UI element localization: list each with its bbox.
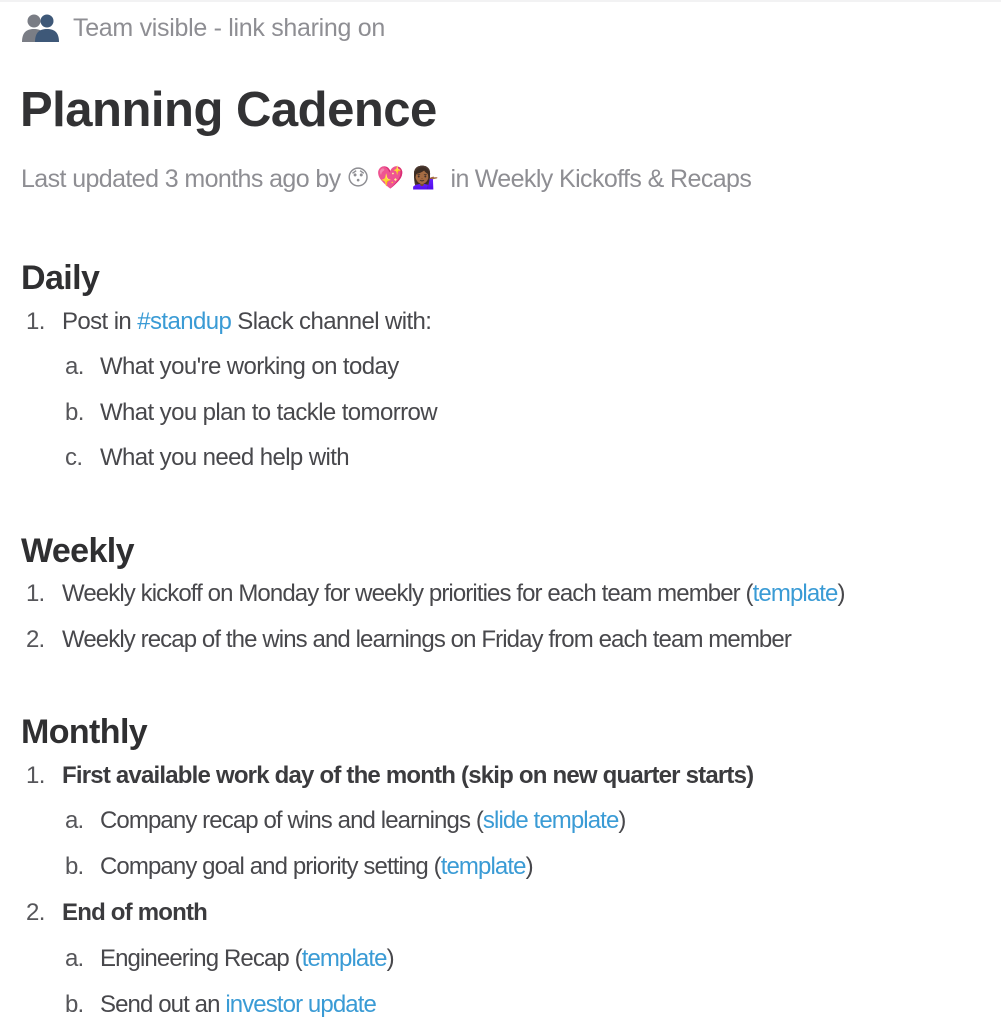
goal-setting-template-link[interactable]: template [441, 853, 527, 880]
weekly-kickoff-template-link[interactable]: template [753, 580, 839, 607]
list-item-text: ) [386, 945, 395, 972]
last-updated-text: Last updated 3 months ago by [21, 164, 341, 193]
list-subitem: a. What you're working on today [65, 350, 399, 384]
top-divider [0, 0, 1001, 2]
list-item-text: Weekly kickoff on Monday for weekly prio… [62, 580, 754, 607]
page-title: Planning Cadence [20, 83, 437, 137]
list-marker: a. [65, 945, 84, 972]
list-marker: b. [65, 853, 84, 880]
list-item-text: End of month [62, 899, 208, 926]
list-item-text: Slack channel with: [237, 308, 432, 335]
section-heading-weekly: Weekly [21, 532, 135, 570]
list-marker: 1. [26, 580, 45, 607]
list-item-text: Send out an [100, 991, 226, 1018]
list-item-text: ) [525, 853, 534, 880]
list-item-text: What you need help with [100, 444, 350, 471]
list-subitem: a. Company recap of wins and learnings (… [65, 804, 626, 838]
list-item-text: ) [837, 580, 846, 607]
list-subitem: a. Engineering Recap (template) [65, 942, 395, 976]
list-item-text: Post in [62, 308, 132, 335]
list-item-text: Weekly recap of the wins and learnings o… [62, 626, 792, 653]
list-item-text: Company goal and priority setting ( [100, 853, 442, 880]
list-item-text: What you're working on today [100, 353, 399, 380]
investor-update-link[interactable]: investor update [225, 991, 377, 1018]
list-item-text: Company recap of wins and learnings ( [100, 807, 484, 834]
list-item: 2. End of month [26, 896, 208, 930]
hushed-face-emoji-avatar[interactable]: 😯 [347, 168, 370, 190]
list-marker: 1. [26, 308, 45, 335]
list-marker: b. [65, 399, 84, 426]
sparkling-heart-emoji-avatar[interactable]: 💖 [377, 168, 404, 190]
collection-link[interactable]: Weekly Kickoffs & Recaps [475, 165, 752, 194]
list-marker: 2. [26, 626, 45, 653]
list-subitem: b. Send out an investor update [65, 988, 377, 1022]
document-meta: Last updated 3 months ago by 😯 💖 💁🏾‍♀️ i… [21, 162, 752, 196]
standup-channel-link[interactable]: #standup [137, 308, 232, 335]
list-subitem: c. What you need help with [65, 441, 350, 475]
slide-template-link[interactable]: slide template [483, 807, 619, 834]
contributor-avatars: 😯 💖 💁🏾‍♀️ [347, 168, 440, 190]
people-icon [22, 13, 60, 43]
list-item: 1. First available work day of the month… [26, 759, 754, 793]
list-marker: a. [65, 807, 84, 834]
section-heading-daily: Daily [21, 259, 100, 297]
list-marker: 2. [26, 899, 45, 926]
sharing-status[interactable]: Team visible - link sharing on [22, 11, 385, 45]
list-subitem: b. What you plan to tackle tomorrow [65, 396, 438, 430]
list-item-text: What you plan to tackle tomorrow [100, 399, 438, 426]
section-heading-monthly: Monthly [21, 713, 148, 751]
list-marker: c. [65, 444, 83, 471]
list-item: 1. Post in #standup Slack channel with: [26, 305, 432, 339]
list-item-text: Engineering Recap ( [100, 945, 303, 972]
list-marker: b. [65, 991, 84, 1018]
list-item-text: First available work day of the month (s… [62, 762, 754, 789]
list-marker: a. [65, 353, 84, 380]
list-item: 1. Weekly kickoff on Monday for weekly p… [26, 577, 846, 611]
in-label: in [450, 164, 470, 193]
sharing-status-label: Team visible - link sharing on [73, 13, 385, 42]
list-item: 2. Weekly recap of the wins and learning… [26, 623, 792, 657]
list-subitem: b. Company goal and priority setting (te… [65, 850, 534, 884]
tipping-hand-woman-emoji-avatar[interactable]: 💁🏾‍♀️ [412, 168, 439, 190]
engineering-recap-template-link[interactable]: template [302, 945, 388, 972]
list-marker: 1. [26, 762, 45, 789]
list-item-text: ) [618, 807, 626, 834]
